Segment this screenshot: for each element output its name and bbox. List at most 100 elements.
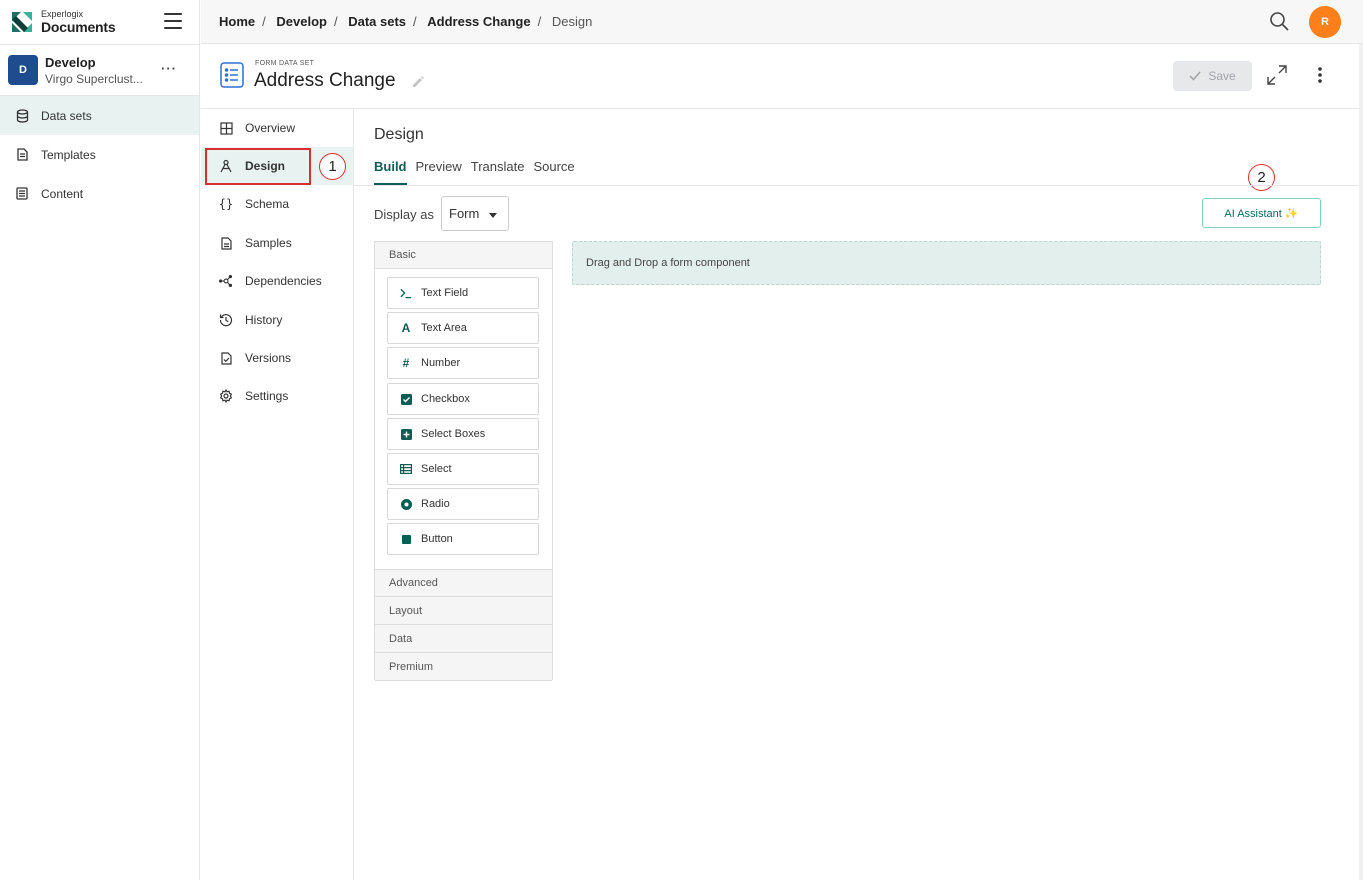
- list-icon: [400, 463, 412, 475]
- subnav-label: History: [245, 313, 283, 327]
- component-label: Checkbox: [421, 393, 470, 405]
- hash-icon: #: [402, 356, 410, 370]
- save-button[interactable]: Save: [1173, 61, 1252, 91]
- design-highlight-box: [205, 148, 311, 185]
- component-label: Radio: [421, 498, 450, 510]
- display-as-value: Form: [449, 206, 480, 221]
- component-text-field[interactable]: Text Field: [387, 277, 539, 309]
- title-kicker: FORM DATA SET: [255, 60, 315, 67]
- palette-group-advanced[interactable]: Advanced: [375, 569, 552, 597]
- breadcrumb-data-sets[interactable]: Data sets: [348, 14, 406, 29]
- tab-translate[interactable]: Translate: [471, 159, 525, 185]
- subnav-label: Samples: [245, 236, 292, 250]
- ai-assistant-button[interactable]: AI Assistant ✨: [1202, 198, 1321, 228]
- component-checkbox[interactable]: Checkbox: [387, 383, 539, 415]
- more-options-icon[interactable]: [1315, 66, 1325, 84]
- subnav-label: Settings: [245, 389, 289, 403]
- step-marker-1: 1: [319, 153, 346, 180]
- sidebar-item-data-sets[interactable]: Data sets: [0, 96, 199, 135]
- workspace-more-icon[interactable]: ···: [161, 61, 177, 76]
- brand-big: Documents: [41, 19, 116, 35]
- tab-build[interactable]: Build: [374, 159, 407, 185]
- database-icon: [15, 108, 29, 123]
- palette-group-data[interactable]: Data: [375, 625, 552, 653]
- component-palette: Basic Text Field A Text Area # Number Ch…: [374, 241, 553, 681]
- subnav-item-history[interactable]: History: [201, 301, 353, 339]
- experlogix-logo-icon: [12, 12, 32, 32]
- version-icon: [219, 351, 233, 365]
- workspace-avatar: D: [8, 55, 38, 85]
- expand-icon[interactable]: [1267, 65, 1287, 85]
- brand-row: Experlogix Documents: [0, 0, 199, 44]
- gear-icon: [219, 389, 233, 403]
- component-label: Select: [421, 463, 452, 475]
- sidebar-item-label: Data sets: [41, 108, 92, 123]
- save-label: Save: [1208, 69, 1236, 83]
- subnav-label: Overview: [245, 121, 296, 135]
- sidebar-item-content[interactable]: Content: [0, 174, 199, 213]
- component-select[interactable]: Select: [387, 453, 539, 485]
- component-label: Select Boxes: [421, 428, 486, 440]
- tab-source[interactable]: Source: [533, 159, 574, 185]
- subnav-item-settings[interactable]: Settings: [201, 377, 353, 415]
- breadcrumb-address-change[interactable]: Address Change: [427, 14, 530, 29]
- edit-pencil-icon[interactable]: [412, 75, 425, 88]
- file-icon: [219, 236, 233, 250]
- content-icon: [15, 187, 29, 201]
- subnav-item-overview[interactable]: Overview: [201, 109, 353, 147]
- brand-small: Experlogix: [41, 9, 84, 19]
- left-sidebar: Experlogix Documents D Develop Virgo Sup…: [0, 0, 200, 880]
- design-subnav: Overview Design {} Schema Samples Depend…: [201, 109, 354, 880]
- component-radio[interactable]: Radio: [387, 488, 539, 520]
- search-icon[interactable]: [1269, 11, 1289, 31]
- title-bar: FORM DATA SET Address Change Save: [201, 45, 1359, 109]
- breadcrumb: Home / Develop / Data sets / Address Change…: [219, 14, 593, 29]
- component-text-area[interactable]: A Text Area: [387, 312, 539, 344]
- menu-hamburger-icon[interactable]: [164, 13, 182, 29]
- component-number[interactable]: # Number: [387, 347, 539, 379]
- sidebar-item-label: Templates: [41, 147, 96, 162]
- subnav-item-schema[interactable]: {} Schema: [201, 185, 353, 223]
- subnav-item-samples[interactable]: Samples: [201, 224, 353, 262]
- brand-name: Experlogix Documents: [41, 9, 116, 35]
- subnav-item-versions[interactable]: Versions: [201, 339, 353, 377]
- subnav-label: Versions: [245, 351, 292, 365]
- step-marker-2: 2: [1248, 164, 1275, 191]
- user-avatar[interactable]: R: [1309, 6, 1341, 38]
- tab-preview[interactable]: Preview: [416, 159, 462, 185]
- vertical-scrollbar[interactable]: [1359, 44, 1363, 880]
- palette-group-basic[interactable]: Basic: [375, 242, 552, 269]
- component-select-boxes[interactable]: Select Boxes: [387, 418, 539, 450]
- terminal-icon: [400, 287, 412, 299]
- component-label: Text Field: [421, 287, 469, 299]
- tabs-divider: [354, 185, 1359, 186]
- checkbox-icon: [400, 393, 412, 405]
- workspace-name: Develop: [45, 54, 96, 70]
- caret-down-icon: [489, 213, 497, 218]
- document-icon: [15, 148, 29, 162]
- palette-group-premium[interactable]: Premium: [375, 653, 552, 681]
- breadcrumb-develop[interactable]: Develop: [276, 14, 327, 29]
- display-as-label: Display as: [374, 207, 434, 222]
- grid-icon: [219, 121, 233, 135]
- workspace-switcher[interactable]: D Develop Virgo Superclust... ···: [0, 44, 199, 96]
- font-icon: A: [401, 321, 411, 335]
- component-label: Number: [421, 357, 461, 369]
- stop-icon: [400, 533, 412, 545]
- subnav-item-dependencies[interactable]: Dependencies: [201, 262, 353, 300]
- component-button[interactable]: Button: [387, 523, 539, 555]
- display-as-select[interactable]: Form: [441, 196, 509, 231]
- braces-icon: {}: [218, 197, 234, 211]
- palette-group-layout[interactable]: Layout: [375, 597, 552, 625]
- top-bar: Home / Develop / Data sets / Address Change…: [201, 0, 1363, 44]
- component-label: Text Area: [421, 322, 467, 334]
- main-title: Design: [374, 126, 424, 143]
- palette-basic-body: Text Field A Text Area # Number Checkbox…: [375, 269, 552, 569]
- breadcrumb-home[interactable]: Home: [219, 14, 255, 29]
- radio-icon: [400, 498, 412, 510]
- form-list-icon: [220, 62, 244, 88]
- sidebar-item-templates[interactable]: Templates: [0, 135, 199, 174]
- form-dropzone[interactable]: Drag and Drop a form component: [572, 241, 1321, 285]
- sidebar-item-label: Content: [41, 186, 84, 201]
- workspace-subtitle: Virgo Superclust...: [45, 71, 143, 86]
